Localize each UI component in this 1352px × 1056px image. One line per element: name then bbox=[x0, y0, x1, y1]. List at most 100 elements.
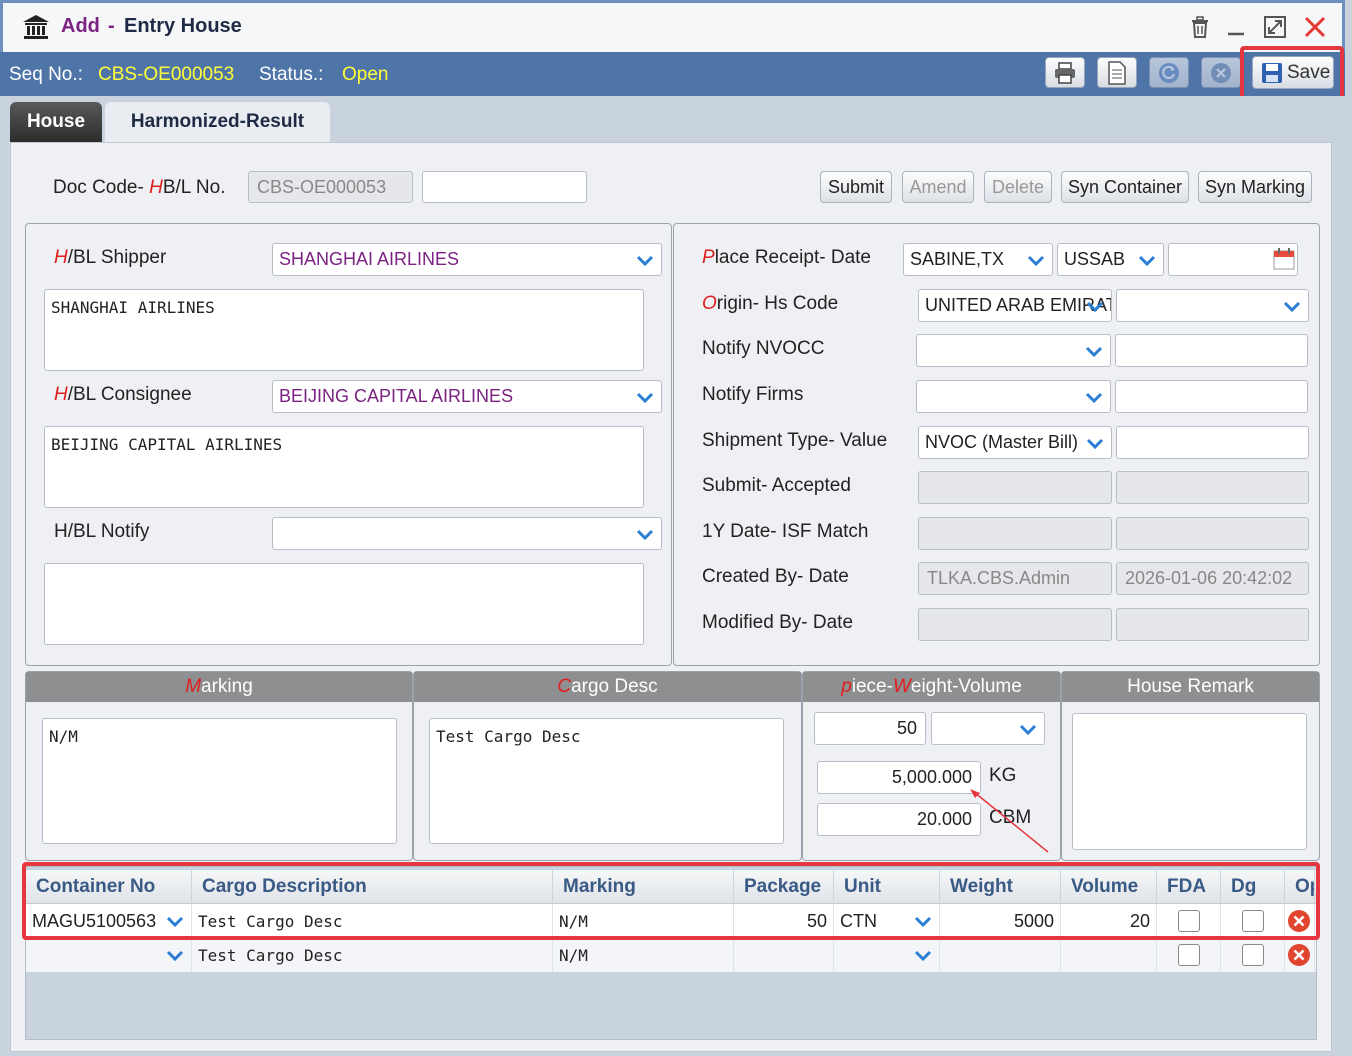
seq-value: CBS-OE000053 bbox=[98, 64, 235, 85]
origin-select[interactable]: UNITED ARAB EMIRATES bbox=[918, 289, 1112, 322]
pieces-input[interactable]: 50 bbox=[814, 712, 926, 745]
1y-date-field bbox=[918, 517, 1112, 550]
created-by-field: TLKA.CBS.Admin bbox=[918, 562, 1112, 595]
cancel-button[interactable] bbox=[1201, 57, 1241, 88]
chevron-down-icon bbox=[636, 392, 654, 403]
place-code-select[interactable]: USSAB bbox=[1057, 243, 1164, 276]
notify-firms-select[interactable] bbox=[916, 380, 1111, 413]
origin-label: Origin- Hs Code bbox=[702, 293, 839, 314]
row2-weight[interactable] bbox=[940, 938, 1061, 972]
created-by-label: Created By- Date bbox=[702, 566, 849, 587]
submit-button[interactable]: Submit bbox=[820, 171, 892, 203]
status-value: Open bbox=[342, 64, 389, 85]
document-button[interactable] bbox=[1097, 57, 1137, 88]
delete-row-icon[interactable] bbox=[1287, 943, 1311, 967]
row2-cargo[interactable]: Test Cargo Desc bbox=[192, 938, 553, 972]
fda-checkbox[interactable] bbox=[1177, 944, 1200, 966]
shipment-type-select[interactable]: NVOC (Master Bill) bbox=[918, 426, 1112, 459]
close-icon[interactable] bbox=[1302, 14, 1328, 40]
consignee-textarea[interactable]: BEIJING CAPITAL AIRLINES bbox=[44, 426, 644, 508]
trash-icon[interactable] bbox=[1187, 14, 1213, 40]
accepted-date-field bbox=[1116, 471, 1309, 504]
weight-input[interactable]: 5,000.000 bbox=[817, 761, 981, 794]
print-button[interactable] bbox=[1045, 57, 1085, 88]
hbl-no-input[interactable] bbox=[422, 171, 587, 203]
cargo-desc-textarea[interactable]: Test Cargo Desc bbox=[429, 718, 784, 844]
maximize-icon[interactable] bbox=[1262, 14, 1288, 40]
delete-button[interactable]: Delete bbox=[984, 171, 1052, 203]
hs-code-select[interactable] bbox=[1116, 289, 1309, 322]
minimize-icon[interactable] bbox=[1223, 14, 1249, 40]
chevron-down-icon bbox=[166, 950, 184, 962]
chevron-down-icon bbox=[1019, 724, 1037, 735]
dg-checkbox[interactable] bbox=[1241, 944, 1264, 966]
submit-date-field bbox=[918, 471, 1112, 504]
row2-volume[interactable] bbox=[1061, 938, 1157, 972]
row2-dg-cell bbox=[1221, 938, 1285, 972]
chevron-down-icon bbox=[1283, 301, 1301, 312]
printer-icon bbox=[1055, 61, 1075, 84]
refresh-icon bbox=[1159, 62, 1179, 83]
shipment-value-input[interactable] bbox=[1116, 426, 1309, 459]
chevron-down-icon bbox=[1085, 346, 1103, 357]
title-separator: - bbox=[108, 15, 115, 37]
doc-code-field: CBS-OE000053 bbox=[248, 171, 413, 203]
amend-button[interactable]: Amend bbox=[902, 171, 974, 203]
chevron-down-icon bbox=[1138, 255, 1156, 266]
calendar-icon[interactable] bbox=[1272, 247, 1296, 271]
shipment-type-value: NVOC (Master Bill) bbox=[925, 432, 1079, 452]
marking-textarea[interactable]: N/M bbox=[42, 718, 397, 844]
place-code-value: USSAB bbox=[1064, 249, 1126, 269]
notify-nvocc-label: Notify NVOCC bbox=[702, 338, 825, 359]
created-date-field: 2026-01-06 20:42:02 bbox=[1116, 562, 1309, 595]
grid-highlight-box bbox=[22, 862, 1320, 940]
save-highlight-box bbox=[1240, 46, 1344, 103]
row2-container[interactable] bbox=[26, 938, 192, 972]
place-receipt-select[interactable]: SABINE,TX bbox=[903, 243, 1053, 276]
shipper-select[interactable]: SHANGHAI AIRLINES bbox=[272, 243, 662, 276]
place-receipt-value: SABINE,TX bbox=[910, 249, 1005, 269]
refresh-button[interactable] bbox=[1149, 57, 1189, 88]
house-remark-textarea[interactable] bbox=[1072, 713, 1307, 850]
consignee-label: H/BL Consignee bbox=[54, 384, 192, 405]
annotation-arrow bbox=[970, 789, 1049, 853]
modified-by-field bbox=[918, 608, 1112, 641]
syn-marking-button[interactable]: Syn Marking bbox=[1198, 171, 1312, 203]
row2-package[interactable] bbox=[734, 938, 834, 972]
doc-code-label: Doc Code- HB/L No. bbox=[53, 177, 226, 198]
chevron-down-icon bbox=[1027, 255, 1045, 266]
row2-op-cell bbox=[1285, 938, 1315, 972]
cargo-desc-header: Cargo Desc bbox=[414, 672, 801, 702]
notify-firms-input[interactable] bbox=[1115, 380, 1308, 413]
notify-select[interactable] bbox=[272, 517, 662, 550]
modified-date-field bbox=[1116, 608, 1309, 641]
marking-header: Marking bbox=[26, 672, 412, 702]
window-title: Entry House bbox=[124, 15, 242, 37]
pieces-unit-select[interactable] bbox=[931, 712, 1045, 745]
row2-marking[interactable]: N/M bbox=[553, 938, 734, 972]
isf-match-field bbox=[1116, 517, 1309, 550]
weight-unit-label: KG bbox=[989, 765, 1017, 786]
submit-accepted-label: Submit- Accepted bbox=[702, 475, 851, 496]
notify-nvocc-input[interactable] bbox=[1115, 334, 1308, 367]
row2-fda-cell bbox=[1157, 938, 1221, 972]
notify-nvocc-select[interactable] bbox=[916, 334, 1111, 367]
chevron-down-icon bbox=[1085, 392, 1103, 403]
status-label: Status.: bbox=[259, 64, 324, 85]
notify-textarea[interactable] bbox=[44, 563, 644, 645]
consignee-select[interactable]: BEIJING CAPITAL AIRLINES bbox=[272, 380, 662, 413]
consignee-select-value: BEIJING CAPITAL AIRLINES bbox=[279, 386, 514, 406]
place-receipt-label: Place Receipt- Date bbox=[702, 247, 871, 268]
shipment-type-label: Shipment Type- Value bbox=[702, 430, 888, 451]
shipper-label: H/BL Shipper bbox=[54, 247, 167, 268]
tab-harmonized-result[interactable]: Harmonized-Result bbox=[105, 102, 330, 142]
chevron-down-icon bbox=[1086, 301, 1104, 312]
chevron-down-icon bbox=[1086, 438, 1104, 449]
window-mode: Add bbox=[61, 15, 100, 37]
pwv-header: p iece- Weight-Volume bbox=[803, 672, 1060, 702]
syn-container-button[interactable]: Syn Container bbox=[1061, 171, 1189, 203]
tab-house[interactable]: House bbox=[10, 102, 102, 142]
row2-unit[interactable] bbox=[834, 938, 940, 972]
shipper-textarea[interactable]: SHANGHAI AIRLINES bbox=[44, 289, 644, 371]
volume-input[interactable]: 20.000 bbox=[817, 803, 981, 836]
